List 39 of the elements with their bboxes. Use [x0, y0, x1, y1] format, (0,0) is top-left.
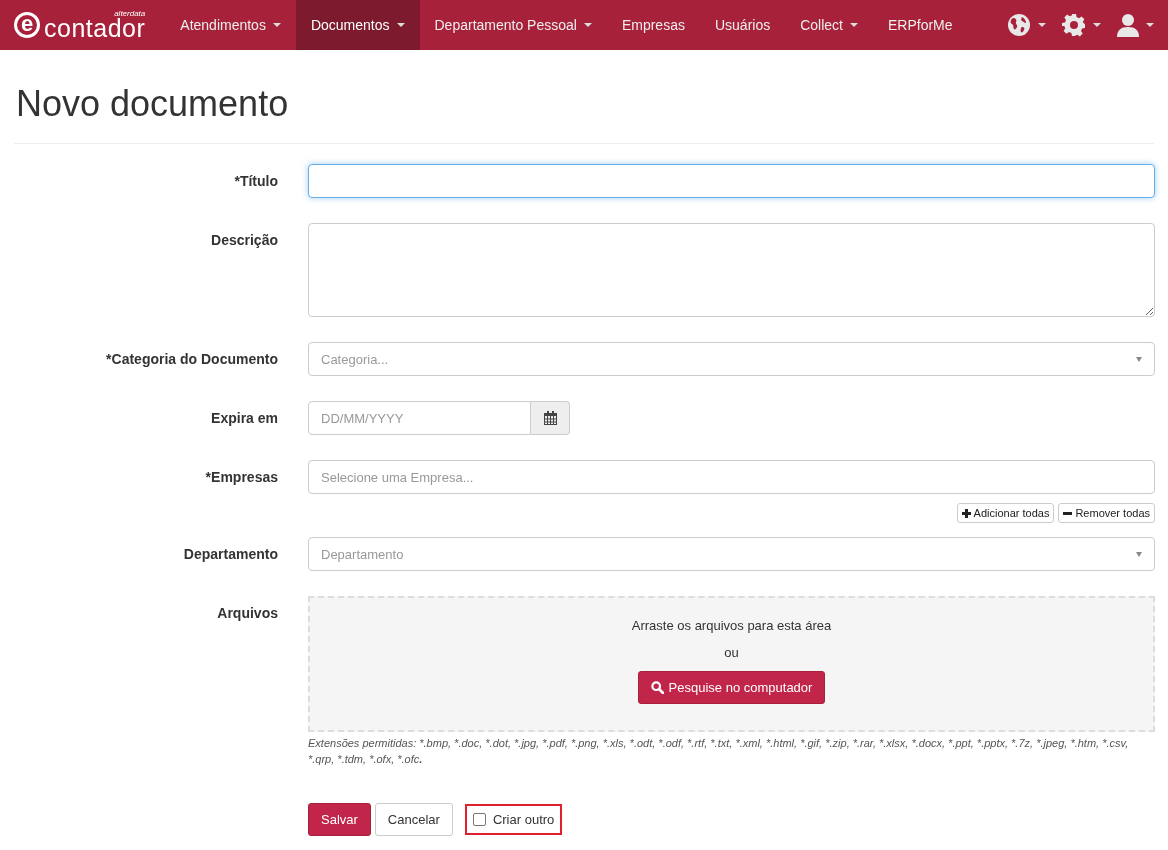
- nav-menu-item[interactable]: ERPforMe: [873, 0, 968, 50]
- nav-menu-item[interactable]: Departamento Pessoal: [419, 0, 607, 50]
- file-drop-zone[interactable]: Arraste os arquivos para esta área ou Pesquise no computador: [308, 596, 1155, 732]
- create-another-checkbox[interactable]: Criar outro: [464, 804, 563, 835]
- nav-menu-item[interactable]: Usuários: [699, 0, 786, 50]
- company-input-field[interactable]: Selecione uma Empresa...: [308, 460, 1155, 494]
- field-label: Arquivos: [216, 604, 279, 623]
- field-label: Expira em: [210, 409, 279, 428]
- field-label: *Título: [233, 172, 279, 191]
- calendar-icon: [543, 411, 557, 425]
- browse-files-button[interactable]: Pesquise no computador: [637, 671, 826, 704]
- calendar-button[interactable]: [531, 401, 570, 435]
- field-label: Descrição: [210, 231, 279, 250]
- checkbox[interactable]: [472, 813, 486, 826]
- settings-icon: [1062, 13, 1086, 37]
- plus-icon: [961, 508, 971, 518]
- drop-instruction: Arraste os arquivos para esta área: [631, 618, 832, 633]
- nav-menu-item[interactable]: Atendimentos: [165, 0, 296, 50]
- remove-all-button[interactable]: Remover todas: [1058, 503, 1155, 523]
- logo-mark: e: [14, 12, 40, 38]
- save-button[interactable]: Salvar: [308, 803, 371, 836]
- field-label: Departamento: [182, 545, 279, 564]
- allowed-extensions-note: Extensões permitidas: *.bmp, *.doc, *.dot, *.jpg, *.pdf, *.png, *.xls, *.odt, *.odf, *.rtf, *.txt, *.xml, *.html, *.gif, *.zip, *.rar, *.xlsx, *.docx, *.ppt, *.pptx, *.7z, *.jpeg, *.htm, *.csv, *.qrp, *.tdm, *.ofx, *.ofc.: [308, 736, 1130, 767]
- search-icon: [650, 681, 664, 694]
- title-input-field[interactable]: [308, 164, 1155, 198]
- globe-icon: [1007, 13, 1031, 37]
- nav-menu-item[interactable]: Documentos: [295, 0, 420, 50]
- cancel-button[interactable]: Cancelar: [374, 803, 453, 836]
- or-text: ou: [724, 645, 739, 660]
- logo-name: contador: [44, 15, 146, 41]
- nav-menu-item[interactable]: Collect: [785, 0, 873, 50]
- user-icon: [1117, 13, 1139, 37]
- field-label: *Categoria do Documento: [105, 350, 279, 369]
- add-all-button[interactable]: Adicionar todas: [956, 503, 1055, 523]
- logo-brand: alterdata: [114, 9, 146, 18]
- date-input-field[interactable]: DD/MM/YYYY: [308, 401, 531, 435]
- field-label: *Empresas: [204, 468, 279, 487]
- page-title: Novo documento: [16, 84, 290, 124]
- nav-menu-item[interactable]: Empresas: [606, 0, 700, 50]
